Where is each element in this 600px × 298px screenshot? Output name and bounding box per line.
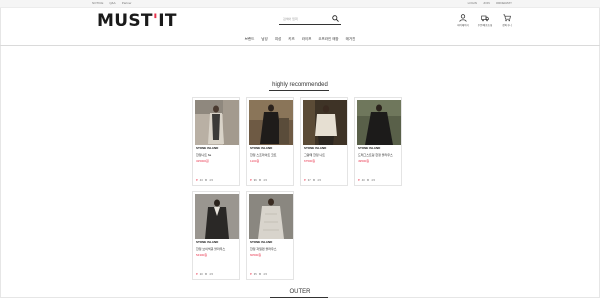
search-bar[interactable]: 검색어 입력: [279, 14, 341, 25]
nav-item-brand[interactable]: 브랜드: [245, 34, 255, 44]
nav-divider: [0, 45, 600, 46]
rating-value: 4.5: [263, 178, 267, 182]
like-count: 40: [361, 178, 365, 182]
search-icon[interactable]: [332, 15, 339, 22]
star-icon: ★: [204, 178, 208, 182]
product-image[interactable]: [195, 100, 239, 145]
util-link-join[interactable]: JOIN: [483, 1, 490, 6]
util-link-notice[interactable]: NOTICE: [92, 1, 103, 6]
recommended-title-underline: [269, 90, 329, 91]
star-icon: ★: [258, 272, 262, 276]
nav-item-kids[interactable]: 키즈: [288, 34, 294, 44]
product-card[interactable]: STONE ISLAND 한정 브이넥큐 블라우스 54300원 ♥ 20 ★ …: [192, 191, 240, 280]
rating-value: 4.5: [317, 178, 321, 182]
product-stats: ♥ 37 ★ 4.5: [304, 178, 321, 182]
star-icon: ★: [312, 178, 316, 182]
user-icon: [459, 14, 467, 22]
product-stats: ♥ 43 ★ 4.5: [196, 178, 213, 182]
star-icon: ★: [204, 272, 208, 276]
rating-value: 4.5: [209, 178, 213, 182]
mypage-button[interactable]: 마이페이지: [456, 14, 470, 27]
product-price: 54300원: [196, 253, 208, 257]
outer-section-title: OUTER: [289, 289, 311, 295]
nav-item-men[interactable]: 남성: [261, 34, 267, 44]
recommended-section-title: highly recommended: [272, 82, 328, 88]
mypage-label: 마이페이지: [457, 24, 469, 27]
util-link-qna[interactable]: Q&A: [109, 1, 115, 6]
product-name[interactable]: 그랑떼 한정 니트: [304, 153, 325, 157]
product-name[interactable]: 한정니트 6a: [196, 153, 211, 157]
product-name[interactable]: 한정 자일렌 블라우스: [250, 247, 277, 251]
product-card[interactable]: STONE ISLAND 드래그스트링 한정 블라우스 49500원 ♥ 40 …: [354, 97, 402, 186]
product-brand: STONE ISLAND: [358, 146, 381, 150]
cart-button[interactable]: 장바구니: [500, 14, 514, 27]
heart-icon[interactable]: ♥: [250, 178, 252, 182]
product-card[interactable]: STONE ISLAND 그랑떼 한정 니트 67500원 ♥ 37 ★ 4.5: [300, 97, 348, 186]
product-price: 325000원: [196, 159, 209, 163]
product-image[interactable]: [195, 194, 239, 239]
heart-icon[interactable]: ♥: [304, 178, 306, 182]
product-stats: ♥ 40 ★ 4.5: [358, 178, 375, 182]
product-card[interactable]: STONE ISLAND 한정니트 6a 325000원 ♥ 43 ★ 4.5: [192, 97, 240, 186]
like-count: 43: [199, 178, 203, 182]
product-image[interactable]: [357, 100, 401, 145]
rating-value: 4.5: [263, 272, 267, 276]
product-brand: STONE ISLAND: [196, 240, 219, 244]
product-image[interactable]: [249, 194, 293, 239]
product-price: 60500원: [250, 253, 262, 257]
product-price: 49500원: [358, 159, 370, 163]
rating-value: 4.5: [371, 178, 375, 182]
product-name[interactable]: 드래그스트링 한정 블라우스: [358, 153, 393, 157]
star-icon: ★: [366, 178, 370, 182]
product-price: 67500원: [304, 159, 316, 163]
like-count: 35: [253, 272, 257, 276]
cart-icon: [503, 14, 511, 22]
product-price: 1100원: [250, 159, 260, 163]
product-image[interactable]: [249, 100, 293, 145]
product-brand: STONE ISLAND: [196, 146, 219, 150]
search-placeholder[interactable]: 검색어 입력: [283, 17, 298, 21]
like-count: 37: [307, 178, 311, 182]
heart-icon[interactable]: ♥: [196, 178, 198, 182]
nav-item-life[interactable]: 라이프: [302, 34, 312, 44]
header-icons: 마이페이지 주문/배송조회 장바구니: [456, 14, 514, 27]
like-count: 20: [199, 272, 203, 276]
nav-item-magazine[interactable]: 매거진: [346, 34, 356, 44]
nav-item-women[interactable]: 여성: [275, 34, 281, 44]
product-name[interactable]: 한정 브이넥큐 블라우스: [196, 247, 225, 251]
util-link-partner[interactable]: Partner: [122, 1, 132, 6]
product-brand: STONE ISLAND: [250, 146, 273, 150]
truck-icon: [481, 15, 489, 22]
heart-icon[interactable]: ♥: [250, 272, 252, 276]
util-link-order[interactable]: ORDER/MY: [496, 1, 512, 6]
cart-label: 장바구니: [502, 24, 512, 27]
product-card[interactable]: STONE ISLAND 한정 스프라이트 코트 1100원 ♥ 96 ★ 4.…: [246, 97, 294, 186]
site-logo[interactable]: MUST'IT: [97, 13, 177, 30]
product-stats: ♥ 20 ★ 4.5: [196, 272, 213, 276]
product-stats: ♥ 35 ★ 4.5: [250, 272, 267, 276]
product-card[interactable]: STONE ISLAND 한정 자일렌 블라우스 60500원 ♥ 35 ★ 4…: [246, 191, 294, 280]
heart-icon[interactable]: ♥: [196, 272, 198, 276]
util-link-login[interactable]: LOGIN: [468, 1, 477, 6]
order-tracking-label: 주문/배송조회: [477, 24, 493, 27]
product-brand: STONE ISLAND: [250, 240, 273, 244]
product-image[interactable]: [303, 100, 347, 145]
star-icon: ★: [258, 178, 262, 182]
rating-value: 4.5: [209, 272, 213, 276]
utility-bar: NOTICE Q&A Partner LOGIN JOIN ORDER/MY: [0, 0, 600, 8]
nav-item-offline-store[interactable]: 오프라인 매장: [318, 34, 338, 44]
product-stats: ♥ 96 ★ 4.5: [250, 178, 267, 182]
product-brand: STONE ISLAND: [304, 146, 327, 150]
main-nav: 브랜드 남성 여성 키즈 라이프 오프라인 매장 매거진: [0, 34, 600, 44]
heart-icon[interactable]: ♥: [358, 178, 360, 182]
order-tracking-button[interactable]: 주문/배송조회: [478, 14, 492, 27]
like-count: 96: [253, 178, 257, 182]
product-name[interactable]: 한정 스프라이트 코트: [250, 153, 277, 157]
